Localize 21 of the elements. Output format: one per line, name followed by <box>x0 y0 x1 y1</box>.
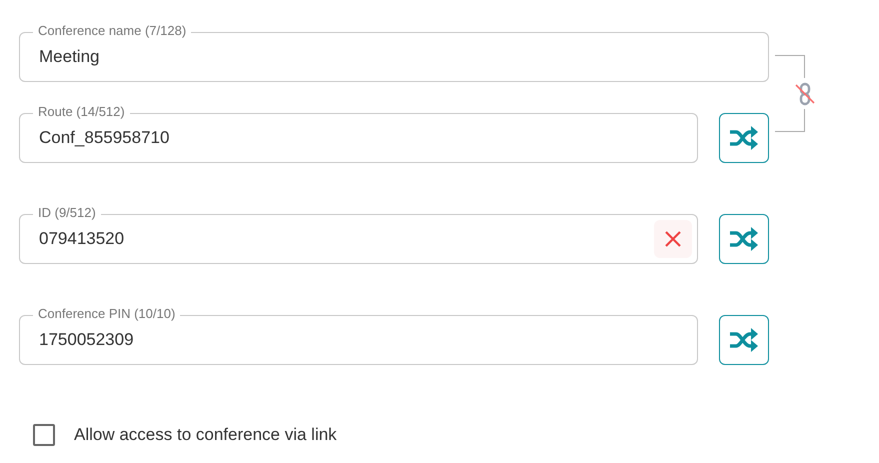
shuffle-button[interactable] <box>719 315 769 365</box>
shuffle-icon <box>729 226 759 252</box>
shuffle-icon <box>729 327 759 353</box>
field-label: Conference name (7/128) <box>33 23 192 39</box>
shuffle-button[interactable] <box>719 214 769 264</box>
broken-link-icon[interactable] <box>795 82 815 106</box>
field-value[interactable]: Meeting <box>20 47 768 67</box>
shuffle-icon <box>729 125 759 151</box>
field-label: Conference PIN (10/10) <box>33 306 180 322</box>
field-label: ID (9/512) <box>33 205 101 221</box>
close-icon <box>664 230 682 248</box>
shuffle-button[interactable] <box>719 113 769 163</box>
connector-line <box>775 109 805 132</box>
checkbox[interactable] <box>33 424 55 446</box>
checkbox-label: Allow access to conference via link <box>74 425 337 445</box>
field-label: Route (14/512) <box>33 104 130 120</box>
field-value[interactable]: 1750052309 <box>20 330 697 350</box>
field-value[interactable]: 079413520 <box>20 229 654 249</box>
field-value[interactable]: Conf_855958710 <box>20 128 697 148</box>
connector-line <box>775 55 805 78</box>
clear-button[interactable] <box>654 220 692 258</box>
